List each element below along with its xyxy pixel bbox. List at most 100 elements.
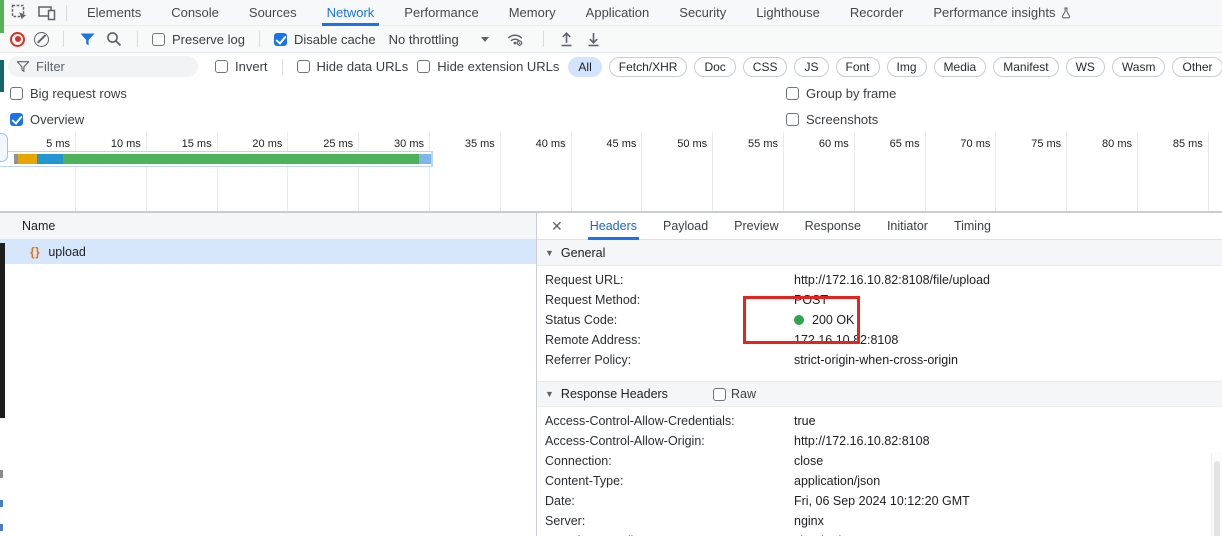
main-tab-label: Security <box>679 5 727 20</box>
big-request-rows-checkbox[interactable]: Big request rows <box>10 86 127 101</box>
details-tab-timing[interactable]: Timing <box>941 213 1004 240</box>
network-overview-timeline[interactable]: 5 ms 10 ms 15 ms 20 ms 25 ms 30 ms 35 ms 40 ms 4… <box>0 132 1222 212</box>
tab-console[interactable]: Console <box>156 0 234 26</box>
filter-type-font[interactable]: Font <box>835 56 880 77</box>
search-icon[interactable] <box>105 30 123 48</box>
preserve-log-checkbox[interactable]: Preserve log <box>152 32 245 47</box>
tab-performance[interactable]: Performance <box>389 0 493 26</box>
disable-cache-checkbox[interactable]: Disable cache <box>273 32 376 47</box>
filter-icon[interactable] <box>78 30 96 48</box>
name-column-header[interactable]: Name <box>0 213 536 240</box>
group-by-frame-checkbox[interactable]: Group by frame <box>786 86 896 101</box>
header-name: Referrer Policy: <box>545 353 632 367</box>
filter-type-other[interactable]: Other <box>1172 56 1222 77</box>
request-name: upload <box>48 245 86 259</box>
timeline-gridline <box>75 132 76 211</box>
hide-data-urls-checkbox[interactable]: Hide data URLs <box>296 59 408 74</box>
filter-type-css[interactable]: CSS <box>742 56 788 77</box>
checkbox-icon[interactable] <box>152 32 165 46</box>
tab-application[interactable]: Application <box>571 0 665 26</box>
details-tab-preview[interactable]: Preview <box>721 213 791 240</box>
filter-type-doc[interactable]: Doc <box>694 56 736 77</box>
filter-type-js[interactable]: JS <box>794 56 829 77</box>
filter-type-all[interactable]: All <box>568 56 602 77</box>
request-type-filters: All Fetch/XHR Doc CSS JS Font Img Media Manifest… <box>568 56 1222 77</box>
screenshots-checkbox[interactable]: Screenshots <box>786 112 878 127</box>
response-headers-section-header[interactable]: ▼ Response Headers Raw <box>537 381 1222 407</box>
details-tab-initiator[interactable]: Initiator <box>874 213 941 240</box>
details-scrollbar[interactable] <box>1211 453 1222 536</box>
record-network-log-icon[interactable] <box>10 31 25 47</box>
header-row: Access-Control-Allow-Credentials: true <box>537 411 1222 431</box>
checkbox-icon[interactable] <box>10 86 23 100</box>
timeline-tick-label: 60 ms <box>818 138 849 150</box>
filter-type-fetch-xhr[interactable]: Fetch/XHR <box>608 56 688 77</box>
general-section-header[interactable]: ▼ General <box>537 240 1222 266</box>
filter-type-img[interactable]: Img <box>886 56 927 77</box>
details-tabs: Headers Payload Preview Response Initiator Ti… <box>577 213 1004 240</box>
checkbox-icon[interactable] <box>296 60 310 73</box>
checkbox-icon[interactable] <box>417 60 431 73</box>
checkbox-icon[interactable] <box>215 60 228 73</box>
overview-checkbox[interactable]: Overview <box>10 112 84 127</box>
tab-security[interactable]: Security <box>664 0 741 26</box>
timeline-tick-label: 40 ms <box>535 138 566 150</box>
checkbox-icon[interactable] <box>786 86 799 100</box>
details-tab-headers[interactable]: Headers <box>577 213 650 240</box>
filter-type-wasm[interactable]: Wasm <box>1111 56 1166 77</box>
header-row: Content-Type: application/json <box>537 471 1222 491</box>
screenshots-label: Screenshots <box>806 111 879 127</box>
raw-headers-checkbox[interactable]: Raw <box>713 382 756 406</box>
scrollbar-thumb[interactable] <box>1214 461 1220 536</box>
checkbox-icon[interactable] <box>786 112 799 126</box>
clear-network-log-icon[interactable] <box>34 31 49 47</box>
header-value-text: Fri, 06 Sep 2024 10:12:20 GMT <box>794 494 970 508</box>
main-tab-label: Performance insights <box>933 5 1056 20</box>
main-tab-label: Console <box>171 5 219 20</box>
filter-type-media[interactable]: Media <box>933 56 987 77</box>
tab-memory[interactable]: Memory <box>494 0 571 26</box>
checkbox-icon[interactable] <box>713 387 726 401</box>
import-har-icon[interactable] <box>585 30 603 48</box>
tab-lighthouse[interactable]: Lighthouse <box>741 0 835 26</box>
filter-placeholder: Filter <box>36 59 65 74</box>
request-row-upload[interactable]: {} upload <box>0 240 536 264</box>
header-name: Access-Control-Allow-Origin: <box>545 434 705 448</box>
header-row: Date: Fri, 06 Sep 2024 10:12:20 GMT <box>537 491 1222 511</box>
device-toolbar-icon[interactable] <box>38 4 56 22</box>
details-tab-response[interactable]: Response <box>792 213 874 240</box>
general-section-title: General <box>560 245 606 260</box>
tab-elements[interactable]: Elements <box>72 0 156 26</box>
inspect-element-icon[interactable] <box>10 4 28 22</box>
checkbox-icon[interactable] <box>273 32 287 46</box>
tab-sources[interactable]: Sources <box>234 0 312 26</box>
tab-network[interactable]: Network <box>312 0 390 26</box>
filter-input[interactable]: Filter <box>8 56 198 77</box>
big-request-rows-label: Big request rows <box>30 85 127 101</box>
timeline-gridline <box>216 132 218 211</box>
header-value: Fri, 06 Sep 2024 10:12:20 GMT <box>794 494 970 508</box>
close-icon[interactable]: ✕ <box>547 218 567 235</box>
tab-performance-insights[interactable]: Performance insights <box>918 0 1087 26</box>
throttling-select[interactable]: No throttling <box>389 32 489 47</box>
header-value-text: nginx <box>794 514 824 528</box>
export-har-icon[interactable] <box>558 30 576 48</box>
details-tab-payload[interactable]: Payload <box>650 213 721 240</box>
timeline-tick-label: 10 ms <box>110 138 141 150</box>
filter-type-manifest[interactable]: Manifest <box>993 56 1059 77</box>
hide-extension-urls-label: Hide extension URLs <box>437 59 560 74</box>
background-page-sliver-mark <box>0 470 3 478</box>
checkbox-icon[interactable] <box>10 112 23 126</box>
invert-checkbox[interactable]: Invert <box>215 59 268 74</box>
header-name: Content-Type: <box>545 474 624 488</box>
header-row: Request Method: POST <box>537 290 1222 310</box>
hide-extension-urls-checkbox[interactable]: Hide extension URLs <box>417 59 559 74</box>
filter-type-ws[interactable]: WS <box>1065 56 1105 77</box>
tab-recorder[interactable]: Recorder <box>835 0 918 26</box>
timeline-gridline <box>1137 132 1138 211</box>
header-row: Referrer Policy: strict-origin-when-cross… <box>537 350 1222 370</box>
timeline-tick-label: 30 ms <box>394 138 424 150</box>
timeline-drag-handle[interactable] <box>0 133 8 162</box>
main-tab-label: Network <box>326 5 375 20</box>
network-conditions-icon[interactable] <box>506 30 524 48</box>
